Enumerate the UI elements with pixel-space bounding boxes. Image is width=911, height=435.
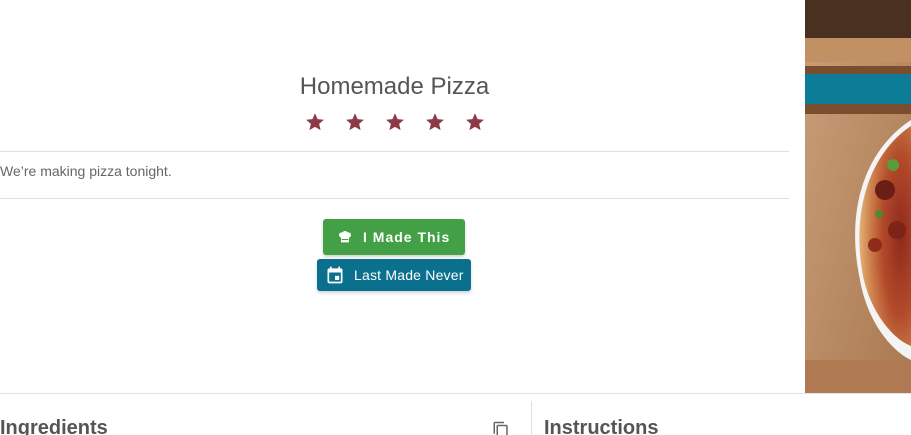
copy-shape: [493, 421, 508, 435]
recipe-page: Homemade Pizza We’re making pizza tonigh…: [0, 0, 911, 435]
last-made-button[interactable]: Last Made Never: [317, 259, 471, 291]
star-shape: [305, 113, 324, 131]
divider: [0, 198, 789, 199]
i-made-this-button[interactable]: I Made This: [323, 219, 465, 255]
recipe-description: We’re making pizza tonight.: [0, 163, 172, 179]
column-divider: [531, 401, 532, 435]
star-icon[interactable]: [302, 109, 328, 135]
recipe-header-card: Homemade Pizza We’re making pizza tonigh…: [0, 0, 805, 393]
star-icon[interactable]: [462, 109, 488, 135]
divider: [0, 151, 789, 152]
section-divider: [0, 393, 911, 394]
calendar-icon: [325, 265, 345, 285]
ingredients-title: Ingredients: [0, 417, 108, 435]
star-icon[interactable]: [342, 109, 368, 135]
copy-icon[interactable]: [492, 421, 510, 435]
star-shape: [465, 113, 484, 131]
star-icon[interactable]: [382, 109, 408, 135]
star-shape: [345, 113, 364, 131]
star-shape: [385, 113, 404, 131]
i-made-this-label: I Made This: [363, 229, 451, 245]
recipe-image: [805, 0, 911, 393]
last-made-label: Last Made Never: [354, 267, 464, 283]
recipe-title: Homemade Pizza: [299, 73, 490, 100]
star-shape: [425, 113, 444, 131]
chef-hat-icon: [337, 229, 353, 245]
instructions-title: Instructions: [544, 417, 659, 435]
rating-stars: [0, 109, 789, 135]
star-icon[interactable]: [422, 109, 448, 135]
pizza-photo: [805, 0, 911, 393]
